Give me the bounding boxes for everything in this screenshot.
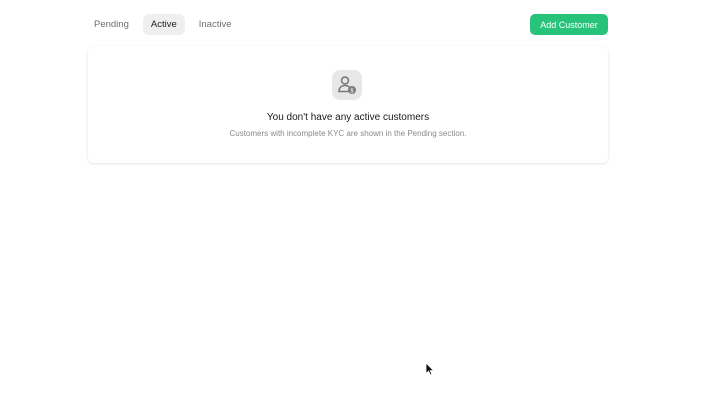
user-dollar-icon: $ [332,70,362,100]
svg-text:$: $ [350,87,354,94]
add-customer-button[interactable]: Add Customer [530,14,608,35]
tab-pending[interactable]: Pending [86,14,137,35]
mouse-cursor-icon [425,362,435,376]
empty-state-subtitle: Customers with incomplete KYC are shown … [229,129,467,138]
tab-inactive[interactable]: Inactive [191,14,240,35]
empty-state-card: $ You don't have any active customers Cu… [88,46,608,163]
empty-state-title: You don't have any active customers [266,112,430,123]
status-tabs: Pending Active Inactive [86,14,240,35]
tab-active[interactable]: Active [142,14,185,35]
page: Pending Active Inactive Add Customer $ Y… [0,0,720,405]
